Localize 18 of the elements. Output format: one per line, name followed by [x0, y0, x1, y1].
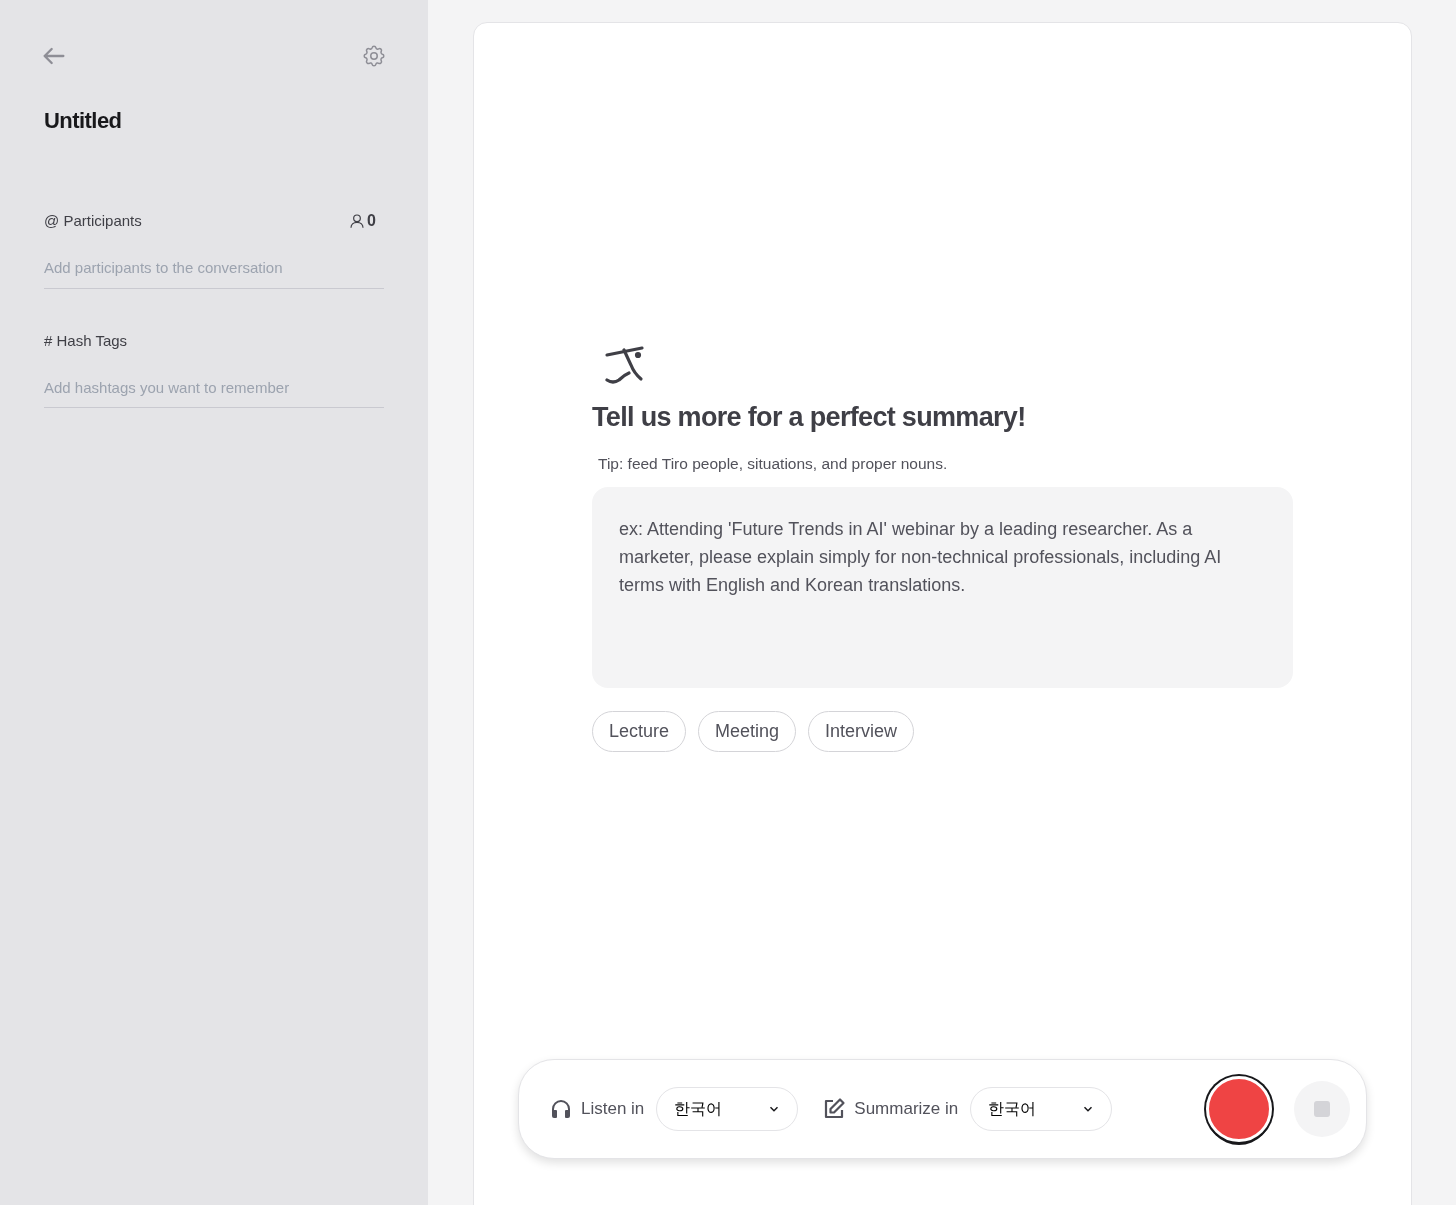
- person-icon: [349, 213, 366, 229]
- participants-input[interactable]: Add participants to the conversation: [44, 257, 384, 289]
- tip-text: Tip: feed Tiro people, situations, and proper nouns.: [598, 453, 949, 474]
- preset-chip[interactable]: Interview: [808, 710, 915, 752]
- summarize-label: Summarize in: [854, 1098, 959, 1121]
- listen-label: Listen in: [581, 1098, 645, 1121]
- hashtags-label: # Hash Tags: [44, 331, 128, 349]
- heading: Tell us more for a perfect summary!: [592, 401, 1027, 434]
- hashtags-input[interactable]: Add hashtags you want to remember: [44, 376, 384, 408]
- preset-chip[interactable]: Meeting: [698, 710, 797, 752]
- participant-count: 0: [367, 211, 376, 231]
- record-button[interactable]: [1206, 1076, 1272, 1142]
- participants-label: @ Participants: [44, 210, 142, 231]
- context-textarea[interactable]: ex: Attending 'Future Trends in AI' webinar by a leading researcher. As a marketer, please explain simply for non-technical professionals, including AI terms with English and Korean translations.: [592, 486, 1293, 688]
- headphones-icon: [549, 1097, 573, 1121]
- preset-chip[interactable]: Lecture: [592, 710, 687, 752]
- edit-icon: [822, 1097, 847, 1121]
- document-title: Untitled: [44, 107, 123, 135]
